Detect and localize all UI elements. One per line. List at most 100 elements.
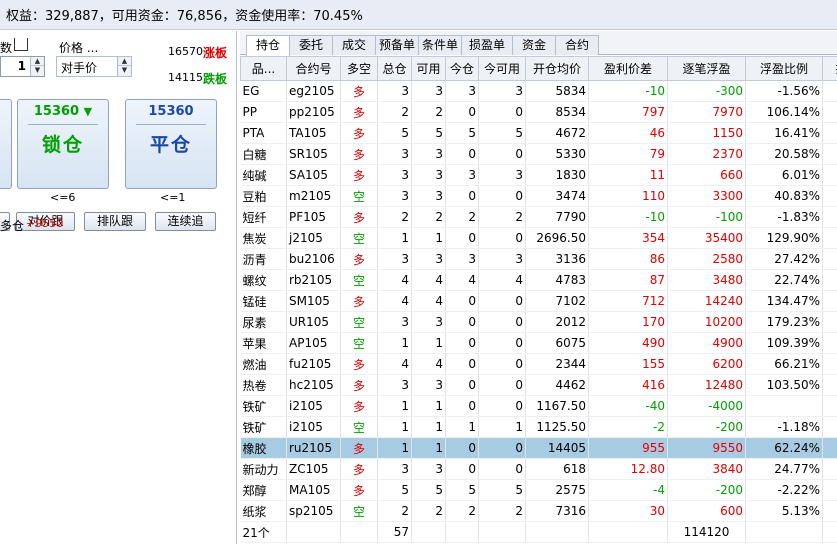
column-header[interactable]: 合约号 bbox=[286, 56, 341, 81]
cell-extra bbox=[822, 458, 837, 480]
tab-1[interactable]: 委托 bbox=[289, 35, 333, 55]
table-row[interactable]: 白糖 SR105 多 3 3 0 0 5330 79 2370 20.58% bbox=[240, 143, 837, 165]
tab-4[interactable]: 条件单 bbox=[418, 35, 462, 55]
tab-2[interactable]: 成交 bbox=[332, 35, 376, 55]
quantity-spin-arrows[interactable]: ▲ ▼ bbox=[30, 57, 44, 76]
close-price: 15360 bbox=[148, 104, 194, 119]
table-row[interactable]: 新动力 ZC105 多 3 3 0 0 618 12.80 3840 24.77% bbox=[240, 458, 837, 480]
table-row[interactable]: 纯碱 SA105 多 3 3 3 3 1830 11 660 6.01% bbox=[240, 164, 837, 186]
tab-3[interactable]: 预备单 bbox=[375, 35, 419, 55]
column-header[interactable]: 可用 bbox=[411, 56, 446, 81]
cell-code: TA105 bbox=[286, 122, 341, 144]
cell-today: 4 bbox=[445, 269, 479, 291]
close-position-button[interactable]: 15360 平仓 bbox=[125, 99, 217, 189]
cell-today: 3 bbox=[445, 248, 479, 270]
cell-today-avail: 0 bbox=[478, 437, 526, 459]
quantity-value[interactable]: 1 bbox=[18, 59, 26, 73]
cell-today: 0 bbox=[445, 437, 479, 459]
lock-position-button[interactable]: 15360 ▼ 锁仓 bbox=[17, 99, 109, 189]
table-row[interactable]: 短纤 PF105 多 2 2 2 2 7790 -10 -100 -1.83% bbox=[240, 206, 837, 228]
cell-ratio: -1.83% bbox=[745, 206, 823, 228]
cell-code: SA105 bbox=[286, 164, 341, 186]
cell-code: i2105 bbox=[286, 395, 341, 417]
cell-avg-price: 7102 bbox=[525, 290, 589, 312]
table-row[interactable]: 铁矿 i2105 空 1 1 1 1 1125.50 -2 -200 -1.18% bbox=[240, 416, 837, 438]
cell-ratio: 22.74% bbox=[745, 269, 823, 291]
cell-avail: 3 bbox=[411, 374, 446, 396]
quantity-stepper[interactable]: 1 ▲ ▼ bbox=[0, 56, 45, 77]
price-label[interactable]: 价格 ... bbox=[59, 39, 98, 56]
cell-today-avail: 0 bbox=[478, 374, 526, 396]
table-row[interactable]: 苹果 AP105 空 1 1 0 0 6075 490 4900 109.39% bbox=[240, 332, 837, 354]
column-header[interactable]: 多空 bbox=[340, 56, 378, 81]
cell-name: 豆粕 bbox=[240, 185, 287, 207]
cell-spread: 797 bbox=[588, 101, 668, 123]
column-header[interactable]: 品... bbox=[240, 56, 287, 81]
cell-extra bbox=[822, 269, 837, 291]
cell-today: 3 bbox=[445, 80, 479, 102]
cell-avg-price: 4672 bbox=[525, 122, 589, 144]
close-note: <=1 bbox=[160, 191, 186, 204]
cell-avail: 1 bbox=[411, 416, 446, 438]
column-header[interactable]: 开仓均价 bbox=[525, 56, 589, 81]
cell-name: 锰硅 bbox=[240, 290, 287, 312]
chase-queue-button[interactable]: 排队跟 bbox=[84, 212, 146, 231]
cell-side: 多 bbox=[340, 479, 378, 501]
table-row[interactable]: 锰硅 SM105 多 4 4 0 0 7102 712 14240 134.47% bbox=[240, 290, 837, 312]
table-row[interactable]: 燃油 fu2105 多 4 4 0 0 2344 155 6200 66.21% bbox=[240, 353, 837, 375]
cell-name: 焦炭 bbox=[240, 227, 287, 249]
table-row[interactable]: 沥青 bu2106 多 3 3 3 3 3136 86 2580 27.42% bbox=[240, 248, 837, 270]
column-header[interactable]: 今仓 bbox=[445, 56, 479, 81]
table-row[interactable]: PP pp2105 多 2 2 0 0 8534 797 7970 106.14% bbox=[240, 101, 837, 123]
column-header[interactable]: 今可用 bbox=[478, 56, 526, 81]
cell-pnl: 14240 bbox=[667, 290, 746, 312]
cell-today: 0 bbox=[445, 101, 479, 123]
table-row[interactable]: 郑醇 MA105 多 5 5 5 5 2575 -4 -200 -2.22% bbox=[240, 479, 837, 501]
column-header[interactable]: 损 bbox=[822, 56, 837, 81]
column-header[interactable]: 盈利价差 bbox=[588, 56, 668, 81]
limit-down-label: 跌板 bbox=[203, 72, 228, 86]
column-header[interactable]: 浮盈比例 bbox=[745, 56, 823, 81]
table-row[interactable]: PTA TA105 多 5 5 5 5 4672 46 1150 16.41% bbox=[240, 122, 837, 144]
cell-ratio: 20.58% bbox=[745, 143, 823, 165]
cell-ratio: -2.22% bbox=[745, 479, 823, 501]
quantity-mode-icon[interactable] bbox=[14, 38, 28, 51]
cell-name: 沥青 bbox=[240, 248, 287, 270]
cell-today: 2 bbox=[445, 206, 479, 228]
cell-side: 多 bbox=[340, 206, 378, 228]
table-row[interactable]: 螺纹 rb2105 空 4 4 4 4 4783 87 3480 22.74% bbox=[240, 269, 837, 291]
table-row[interactable]: 豆粕 m2105 空 3 3 0 0 3474 110 3300 40.83% bbox=[240, 185, 837, 207]
tab-7[interactable]: 合约 bbox=[555, 35, 599, 55]
table-row[interactable]: 尿素 UR105 空 3 3 0 0 2012 170 10200 179.23% bbox=[240, 311, 837, 333]
table-row[interactable]: 铁矿 i2105 多 1 1 0 0 1167.50 -40 -4000 bbox=[240, 395, 837, 417]
price-value[interactable]: 对手价 bbox=[61, 59, 97, 76]
table-row[interactable]: 纸浆 sp2105 空 2 2 2 2 7316 30 600 5.13% bbox=[240, 500, 837, 522]
chase-continuous-button[interactable]: 连续追 bbox=[155, 212, 216, 231]
lock-note: <=6 bbox=[50, 191, 76, 204]
cell-today-avail: 3 bbox=[478, 248, 526, 270]
tab-0[interactable]: 持仓 bbox=[246, 35, 290, 56]
table-row[interactable]: 橡胶 ru2105 多 1 1 0 0 14405 955 9550 62.24% bbox=[240, 437, 837, 459]
tab-5[interactable]: 损盈单 bbox=[461, 35, 513, 55]
column-header[interactable]: 逐笔浮盈 bbox=[667, 56, 746, 81]
price-selector[interactable]: 对手价 ▲ ▼ bbox=[56, 56, 132, 77]
cell-total: 4 bbox=[377, 290, 412, 312]
cell-spread: -2 bbox=[588, 416, 668, 438]
cell-extra bbox=[822, 332, 837, 354]
table-row[interactable]: EG eg2105 多 3 3 3 3 5834 -10 -300 -1.56% bbox=[240, 80, 837, 102]
tab-6[interactable]: 资金 bbox=[512, 35, 556, 55]
cell-today-avail: 0 bbox=[478, 227, 526, 249]
cell-spread: 79 bbox=[588, 143, 668, 165]
cell-avail: 1 bbox=[411, 227, 446, 249]
cell-spread: -40 bbox=[588, 395, 668, 417]
cell-pnl: 1150 bbox=[667, 122, 746, 144]
cell-side: 空 bbox=[340, 269, 378, 291]
open-position-button-partial[interactable] bbox=[0, 99, 12, 189]
cell-name: PP bbox=[240, 101, 287, 123]
table-row[interactable]: 焦炭 j2105 空 1 1 0 0 2696.50 354 35400 129.90% bbox=[240, 227, 837, 249]
price-spin-arrows[interactable]: ▲ ▼ bbox=[117, 57, 131, 76]
position-value: +9550 bbox=[26, 217, 64, 230]
table-row[interactable]: 热卷 hc2105 多 3 3 0 0 4462 416 12480 103.50% bbox=[240, 374, 837, 396]
cell-pnl: 6200 bbox=[667, 353, 746, 375]
column-header[interactable]: 总仓 bbox=[377, 56, 412, 81]
